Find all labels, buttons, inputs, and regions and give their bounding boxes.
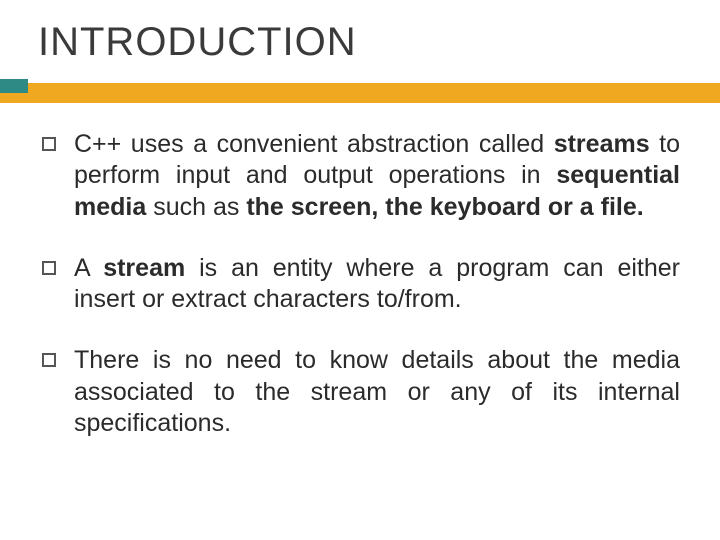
bullet-text: C++ uses a convenient abstraction called…	[74, 129, 680, 223]
content-area: C++ uses a convenient abstraction called…	[34, 129, 680, 439]
divider-bar	[34, 79, 680, 103]
bullet-text: There is no need to know details about t…	[74, 345, 680, 439]
slide-title: INTRODUCTION	[38, 20, 680, 65]
accent-tab	[0, 79, 28, 93]
bullet-icon	[42, 261, 56, 275]
slide: INTRODUCTION C++ uses a convenient abstr…	[0, 0, 720, 540]
bullet-icon	[42, 137, 56, 151]
list-item: There is no need to know details about t…	[42, 345, 680, 439]
list-item: A stream is an entity where a program ca…	[42, 253, 680, 316]
list-item: C++ uses a convenient abstraction called…	[42, 129, 680, 223]
bullet-text: A stream is an entity where a program ca…	[74, 253, 680, 316]
accent-bar	[0, 83, 720, 103]
bullet-icon	[42, 353, 56, 367]
